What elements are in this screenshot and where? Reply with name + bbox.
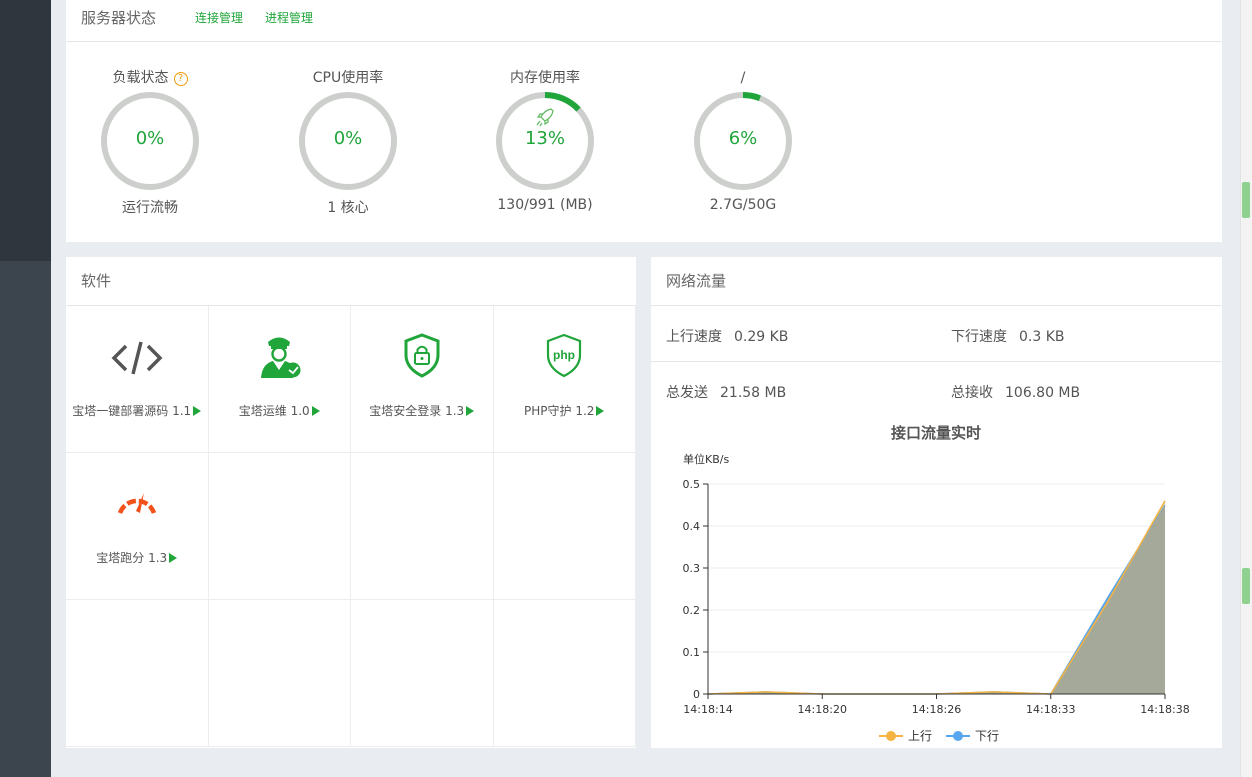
php-shield-icon: php — [494, 332, 636, 384]
software-empty-cell — [493, 453, 636, 600]
software-item-ops[interactable]: 宝塔运维 1.0 — [208, 306, 351, 453]
legend-marker[interactable] — [886, 731, 896, 741]
software-panel: 软件 宝塔一键部署源码 1.1 宝塔运维 1.0 宝塔安全登录 1.3 php … — [66, 257, 636, 748]
server-status-header: 服务器状态 连接管理 进程管理 — [66, 0, 1222, 42]
chart-series-area — [708, 500, 1165, 694]
cpu-gauge[interactable]: CPU使用率 0% 1 核心 — [293, 68, 403, 217]
scroll-marker — [1242, 182, 1250, 218]
software-empty-cell — [351, 600, 494, 747]
play-arrow-icon[interactable] — [466, 406, 475, 416]
chart-y-tick-label: 0 — [693, 688, 700, 701]
traffic-chart-svg: 接口流量实时 单位KB/s 0 0.1 0.2 0.3 0.4 0.5 14:18:14 14… — [683, 424, 1190, 743]
sidebar-header — [0, 0, 51, 261]
memory-ring: 13% — [494, 90, 596, 192]
help-icon[interactable]: ? — [173, 72, 188, 86]
chart-y-tick-label: 0.3 — [683, 562, 701, 575]
software-name: 宝塔安全登录 1.3 — [369, 404, 465, 418]
chart-x-tick-label: 14:18:38 — [1140, 703, 1189, 716]
speedometer-icon — [66, 479, 208, 531]
software-empty-cell — [208, 600, 351, 747]
chart-y-tick-label: 0.1 — [683, 646, 701, 659]
software-item-php-guard[interactable]: php PHP守护 1.2 — [493, 306, 636, 453]
total-row: 总发送 21.58 MB 总接收 106.80 MB — [651, 362, 1222, 418]
chart-x-tick-label: 14:18:14 — [683, 703, 732, 716]
software-item-secure-login[interactable]: 宝塔安全登录 1.3 — [351, 306, 494, 453]
download-speed-value: 0.3 KB — [1019, 329, 1065, 345]
software-name: 宝塔一键部署源码 1.1 — [72, 404, 192, 418]
connection-manage-link[interactable]: 连接管理 — [195, 0, 243, 36]
scrollbar[interactable] — [1240, 0, 1252, 777]
code-icon — [66, 332, 208, 384]
total-sent-value: 21.58 MB — [720, 385, 787, 401]
disk-value: 6% — [728, 128, 758, 149]
disk-label: / — [740, 70, 746, 86]
server-status-panel: 服务器状态 连接管理 进程管理 负载状态? 0% 运行流畅 CPU使用率 0% … — [66, 0, 1222, 242]
software-name: PHP守护 1.2 — [524, 404, 595, 418]
chart-y-unit: 单位KB/s — [683, 452, 729, 466]
chart-y-tick-label: 0.4 — [683, 520, 701, 533]
legend-marker[interactable] — [953, 731, 963, 741]
load-value: 0% — [135, 128, 165, 149]
cpu-value: 0% — [333, 128, 363, 149]
disk-usage-text: 2.7G/50G — [709, 197, 777, 213]
download-speed-label: 下行速度 — [951, 329, 1007, 345]
upload-speed-label: 上行速度 — [666, 329, 722, 345]
total-sent-label: 总发送 — [666, 385, 708, 401]
software-item-benchmark[interactable]: 宝塔跑分 1.3 — [66, 453, 209, 600]
play-arrow-icon[interactable] — [169, 553, 178, 563]
disk-gauge[interactable]: / 6% 2.7G/50G — [688, 68, 798, 213]
network-title: 网络流量 — [651, 257, 1222, 306]
cpu-ring: 0% — [297, 90, 399, 192]
legend-label[interactable]: 上行 — [908, 729, 932, 743]
play-arrow-icon[interactable] — [311, 406, 320, 416]
shield-lock-icon — [351, 332, 493, 384]
rocket-icon[interactable] — [534, 106, 556, 128]
upload-speed-value: 0.29 KB — [734, 329, 789, 345]
chart-x-tick-label: 14:18:26 — [912, 703, 961, 716]
speed-row: 上行速度 0.29 KB 下行速度 0.3 KB — [651, 306, 1222, 362]
scroll-marker — [1242, 568, 1250, 604]
cpu-label: CPU使用率 — [312, 70, 384, 86]
svg-text:php: php — [553, 348, 575, 362]
cpu-cores-text: 1 核心 — [327, 200, 369, 216]
gauge-fill-arc — [742, 92, 762, 102]
software-empty-cell — [351, 453, 494, 600]
legend-label[interactable]: 下行 — [975, 729, 999, 743]
sidebar — [0, 0, 51, 777]
chart-y-tick-label: 0.5 — [683, 478, 701, 491]
chart-x-tick-label: 14:18:33 — [1026, 703, 1075, 716]
software-empty-cell — [493, 600, 636, 747]
process-manage-link[interactable]: 进程管理 — [265, 0, 313, 36]
software-empty-cell — [66, 600, 209, 747]
chart-y-tick-label: 0.2 — [683, 604, 701, 617]
operator-icon — [209, 332, 351, 384]
chart-title: 接口流量实时 — [891, 424, 981, 442]
total-received-label: 总接收 — [951, 385, 993, 401]
memory-value: 13% — [524, 128, 565, 149]
load-status-text: 运行流畅 — [122, 200, 178, 216]
software-grid: 宝塔一键部署源码 1.1 宝塔运维 1.0 宝塔安全登录 1.3 php PHP… — [66, 306, 636, 747]
software-item-deploy[interactable]: 宝塔一键部署源码 1.1 — [66, 306, 209, 453]
memory-usage-text: 130/991 (MB) — [497, 197, 593, 213]
play-arrow-icon[interactable] — [596, 406, 605, 416]
total-received-value: 106.80 MB — [1005, 385, 1081, 401]
load-gauge[interactable]: 负载状态? 0% 运行流畅 — [95, 68, 205, 217]
network-panel: 网络流量 上行速度 0.29 KB 下行速度 0.3 KB 总发送 21.58 MB … — [651, 257, 1222, 748]
server-status-title: 服务器状态 — [81, 9, 157, 27]
software-name: 宝塔运维 1.0 — [238, 404, 310, 418]
load-ring: 0% — [99, 90, 201, 192]
traffic-chart: 接口流量实时 单位KB/s 0 0.1 0.2 0.3 0.4 0.5 14:18:14 14… — [651, 419, 1222, 748]
load-label: 负载状态 — [112, 70, 169, 86]
software-name: 宝塔跑分 1.3 — [96, 551, 168, 565]
software-empty-cell — [208, 453, 351, 600]
memory-label: 内存使用率 — [510, 70, 580, 86]
disk-ring: 6% — [692, 90, 794, 192]
play-arrow-icon[interactable] — [193, 406, 202, 416]
memory-gauge[interactable]: 内存使用率 13% 130/991 (MB) — [490, 68, 600, 213]
chart-x-tick-label: 14:18:20 — [798, 703, 847, 716]
software-title: 软件 — [66, 257, 636, 306]
